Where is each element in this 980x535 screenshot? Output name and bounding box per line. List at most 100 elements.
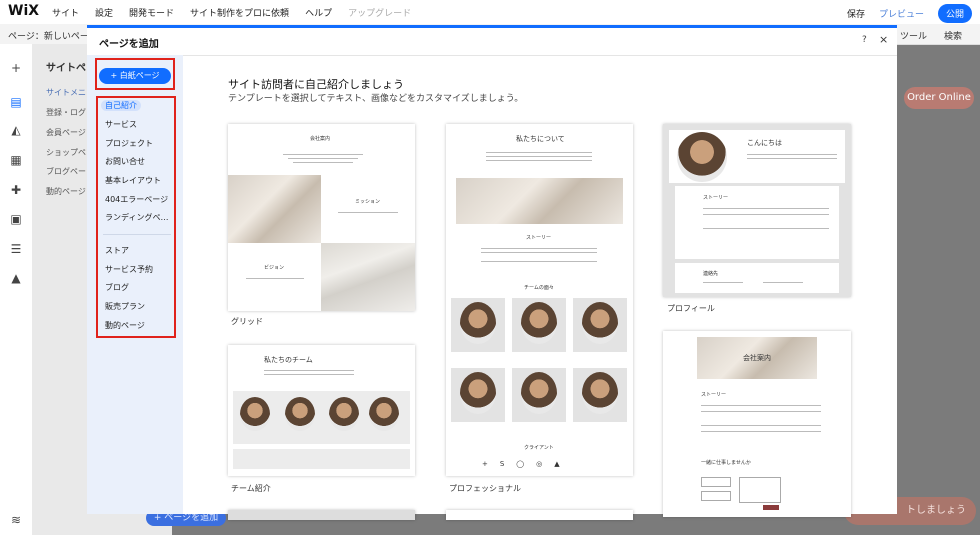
form-field <box>701 477 731 487</box>
person-icon <box>460 302 496 344</box>
person-icon <box>521 372 557 414</box>
text-line <box>763 282 803 283</box>
template-card-partial[interactable] <box>228 510 415 520</box>
order-online-button[interactable]: Order Online <box>904 87 974 109</box>
page-selector[interactable]: ページ：新しいページ <box>8 29 98 42</box>
text-line <box>703 208 829 209</box>
text-line <box>293 162 353 163</box>
text-line <box>747 154 837 155</box>
text-line <box>338 212 398 213</box>
template-profile-caption: プロフィール <box>667 304 715 313</box>
nav-item-blog[interactable]: ブログ <box>105 282 129 293</box>
template-company-cta: 一緒に仕事しませんか <box>701 460 751 466</box>
wix-logo[interactable]: WiX <box>8 3 39 19</box>
tools-button[interactable]: ツール <box>900 29 927 42</box>
template-grid-title: 会社案内 <box>310 136 331 142</box>
text-line <box>486 160 592 161</box>
form-submit <box>763 505 779 510</box>
text-line <box>701 405 821 406</box>
text-line <box>481 261 597 262</box>
nav-item-about[interactable]: 自己紹介 <box>101 100 141 111</box>
top-right-actions: 保存 プレビュー 公開 <box>847 4 972 23</box>
text-line <box>481 248 597 249</box>
template-professional-caption: プロフェッショナル <box>449 484 521 493</box>
menu-settings[interactable]: 設定 <box>95 6 113 19</box>
bg-panel-item[interactable]: 会員ページ <box>46 127 86 138</box>
template-profile-hello: こんにちは <box>747 139 782 147</box>
design-icon[interactable]: ◭ <box>10 124 22 136</box>
template-professional[interactable]: 私たちについて ストーリー チームの面々 クライアント +S◯◎▲ <box>446 124 633 476</box>
store-icon[interactable]: ▲ <box>10 272 22 284</box>
publish-button[interactable]: 公開 <box>937 4 972 23</box>
person-icon <box>329 397 359 431</box>
template-grid-caption: グリッド <box>231 317 263 326</box>
blank-page-button[interactable]: + 白紙ページ <box>99 68 171 84</box>
template-prof-story: ストーリー <box>526 235 552 241</box>
search-button[interactable]: 検索 <box>944 29 962 42</box>
pages-icon[interactable]: ▤ <box>10 96 22 108</box>
apps-icon[interactable]: ▦ <box>10 154 22 166</box>
nav-item-landing[interactable]: ランディングペ… <box>105 212 168 223</box>
bg-panel-item[interactable]: 動的ページ <box>46 186 86 197</box>
close-icon[interactable]: × <box>879 33 888 46</box>
form-field <box>701 491 731 501</box>
add-page-dialog: ページを追加 ? × + 白紙ページ 自己紹介 サービス プロジェクト お問い合… <box>87 25 897 520</box>
template-team[interactable]: 私たちのチーム <box>228 345 415 476</box>
top-menu: サイト 設定 開発モード サイト制作をプロに依頼 ヘルプ アップグレード <box>52 6 411 19</box>
nav-item-contact[interactable]: お問い合せ <box>105 156 145 167</box>
nav-item-projects[interactable]: プロジェクト <box>105 138 153 149</box>
text-line <box>701 425 821 426</box>
layers-icon[interactable]: ≋ <box>10 514 22 526</box>
nav-item-services[interactable]: サービス <box>105 119 137 130</box>
nav-item-404[interactable]: 404エラーページ <box>105 194 168 205</box>
save-button[interactable]: 保存 <box>847 7 865 20</box>
person-icon <box>285 397 315 431</box>
preview-button[interactable]: プレビュー <box>879 7 924 20</box>
text-line <box>481 252 597 253</box>
text-line <box>703 282 743 283</box>
media-icon[interactable]: ▣ <box>10 213 22 225</box>
text-line <box>264 370 354 371</box>
pages-panel-title: サイトペ <box>46 63 86 74</box>
nav-item-booking[interactable]: サービス予約 <box>105 264 153 275</box>
template-company-title: 会社案内 <box>743 354 771 362</box>
template-profile[interactable]: こんにちは ストーリー 連絡先 <box>663 124 851 297</box>
avatar <box>677 132 727 182</box>
menu-dev-mode[interactable]: 開発モード <box>129 6 174 19</box>
menu-hire-pro[interactable]: サイト制作をプロに依頼 <box>190 6 289 19</box>
nav-item-basic-layout[interactable]: 基本レイアウト <box>105 175 161 186</box>
nav-item-dynamic[interactable]: 動的ページ <box>105 320 145 331</box>
help-icon[interactable]: ? <box>862 35 867 45</box>
nav-item-store[interactable]: ストア <box>105 245 129 256</box>
text-line <box>246 278 304 279</box>
person-icon <box>582 302 618 344</box>
template-image <box>321 243 415 311</box>
template-prof-title: 私たちについて <box>516 135 565 143</box>
menu-help[interactable]: ヘルプ <box>305 6 332 19</box>
add-apps-icon[interactable]: ✚ <box>10 184 22 196</box>
dialog-subheading: テンプレートを選択してテキスト、画像などをカスタマイズしましょう。 <box>228 94 524 104</box>
client-logos-icon: +S◯◎▲ <box>482 460 572 468</box>
menu-upgrade[interactable]: アップグレード <box>348 6 411 19</box>
bg-panel-item[interactable]: ブログペー <box>46 166 86 177</box>
text-line <box>747 158 837 159</box>
text-line <box>486 152 592 153</box>
template-company[interactable]: 会社案内 ストーリー 一緒に仕事しませんか <box>663 331 851 517</box>
cms-icon[interactable]: ☰ <box>10 243 22 255</box>
team-footer <box>233 449 410 469</box>
text-line <box>283 154 363 155</box>
template-team-caption: チーム紹介 <box>231 484 271 493</box>
menu-site[interactable]: サイト <box>52 6 79 19</box>
text-line <box>701 431 821 432</box>
bg-panel-item[interactable]: サイトメニ <box>46 87 86 98</box>
add-icon[interactable]: + <box>10 62 22 74</box>
template-card-partial[interactable] <box>446 510 633 520</box>
bg-panel-item[interactable]: 登録・ログ <box>46 107 86 118</box>
template-company-story: ストーリー <box>701 392 727 398</box>
nav-item-pricing[interactable]: 販売プラン <box>105 301 145 312</box>
bg-panel-item[interactable]: ショップペ <box>46 147 86 158</box>
nav-divider <box>103 234 171 235</box>
form-field <box>739 477 781 503</box>
template-grid[interactable]: 会社案内 ミッション ビジョン <box>228 124 415 311</box>
template-image <box>228 175 321 243</box>
